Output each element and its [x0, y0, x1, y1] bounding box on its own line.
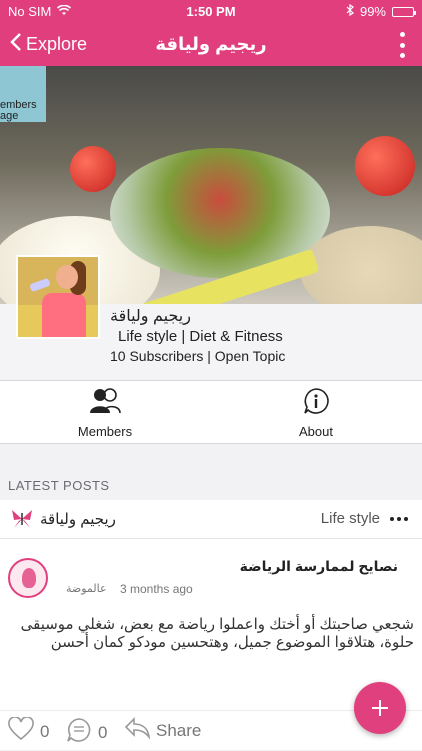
avatar-body — [42, 293, 86, 337]
tab-about[interactable]: About — [256, 387, 376, 439]
post-topic-category[interactable]: Life style — [321, 510, 380, 527]
status-bar: No SIM 1:50 PM 99% — [0, 0, 422, 24]
share-icon — [124, 717, 151, 744]
bluetooth-icon — [346, 3, 354, 19]
tab-members[interactable]: Members — [45, 387, 165, 439]
comment-count: 0 — [98, 722, 108, 742]
dot — [404, 517, 408, 521]
dot — [390, 517, 394, 521]
battery-icon — [392, 6, 416, 17]
back-button[interactable]: Explore — [10, 32, 87, 57]
comment-icon — [66, 717, 92, 748]
post-topic-bar: ريجيم ولياقة Life style — [0, 500, 422, 539]
butterfly-icon — [10, 508, 34, 530]
dot — [397, 517, 401, 521]
dot — [399, 42, 405, 48]
group-name: ريجيم ولياقة — [110, 308, 191, 325]
dot — [399, 53, 405, 58]
members-icon — [89, 388, 121, 419]
share-label: Share — [156, 720, 202, 740]
back-label: Explore — [26, 34, 88, 54]
post-topic-name[interactable]: ريجيم ولياقة — [40, 510, 116, 528]
tab-members-label: Members — [77, 424, 133, 439]
new-post-button[interactable] — [354, 682, 406, 734]
avatar-head — [56, 265, 78, 289]
post-title[interactable]: نصايح لممارسة الرياضة — [240, 558, 398, 575]
chevron-left-icon — [10, 32, 22, 57]
group-category: Life style | Diet & Fitness — [118, 328, 283, 345]
cover-badge-text: embers age — [0, 100, 37, 122]
group-tabs: Members About — [0, 380, 422, 444]
tomato — [355, 136, 415, 196]
post-more-button[interactable] — [390, 517, 408, 521]
post-body: شجعي صاحبتك أو أختك واعملوا رياضة مع بعض… — [20, 616, 414, 651]
section-header-latest-posts: LATEST POSTS — [8, 478, 110, 493]
comment-button[interactable]: 0 — [66, 717, 107, 748]
post-timestamp: 3 months ago — [120, 582, 193, 596]
group-avatar[interactable] — [16, 255, 100, 339]
tomato — [70, 146, 116, 192]
like-button[interactable]: 0 — [8, 716, 50, 746]
status-right: 99% — [346, 3, 416, 19]
about-icon — [302, 388, 330, 419]
author-avatar[interactable] — [8, 558, 48, 598]
dot — [399, 32, 405, 37]
cover-badge-line: age — [0, 110, 19, 122]
like-count: 0 — [40, 721, 50, 741]
group-meta: 10 Subscribers | Open Topic — [110, 348, 286, 364]
battery-percent: 99% — [359, 4, 386, 19]
share-button[interactable]: Share — [124, 717, 201, 744]
heart-icon — [8, 716, 34, 746]
post-author[interactable]: عالموضة — [66, 582, 107, 595]
nav-bar: Explore ريجيم ولياقة — [0, 24, 422, 66]
tab-about-label: About — [299, 424, 333, 439]
more-options-button[interactable] — [398, 32, 406, 58]
plus-stroke — [379, 700, 381, 716]
